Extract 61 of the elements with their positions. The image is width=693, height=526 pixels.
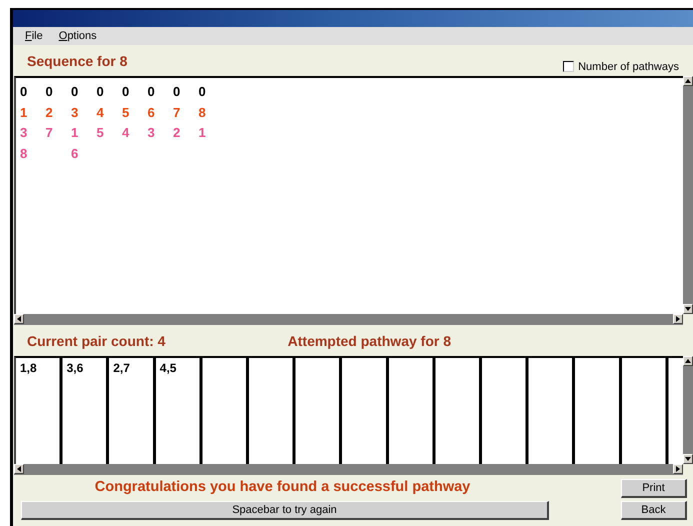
sequence-digit: 3 xyxy=(71,104,80,122)
menu-item[interactable]: File xyxy=(25,30,43,42)
scroll-left-button[interactable] xyxy=(14,464,24,474)
sequence-digit: 8 xyxy=(20,146,28,162)
arrow-down-icon xyxy=(684,305,692,313)
scroll-down-button[interactable] xyxy=(683,304,693,314)
try-again-button[interactable]: Spacebar to try again xyxy=(21,501,549,520)
vertical-scrollbar[interactable] xyxy=(683,76,693,314)
sequence-digit: 6 xyxy=(148,104,156,122)
pathway-cell-text: 4,5 xyxy=(158,360,178,375)
sequence-digit: 4 xyxy=(122,125,130,142)
horizontal-scrollbar[interactable] xyxy=(14,314,683,325)
sequence-digit: 3 xyxy=(148,125,156,142)
sequence-digit: 6 xyxy=(71,146,80,162)
success-message: Congratulations you have found a successful pathway xyxy=(94,479,470,495)
sequence-digit: 0 xyxy=(20,84,28,101)
back-button[interactable]: Back xyxy=(621,501,687,520)
sequence-digit: 5 xyxy=(96,125,105,142)
scroll-right-button[interactable] xyxy=(673,314,683,324)
arrow-right-icon xyxy=(674,465,682,473)
sequence-digit: 1 xyxy=(71,125,80,142)
sequence-digit: 0 xyxy=(96,84,105,101)
pathway-cell-text: 3,6 xyxy=(66,360,84,375)
sequence-digit: 7 xyxy=(173,104,182,122)
sequence-digit: 2 xyxy=(46,104,54,122)
scroll-right-button[interactable] xyxy=(673,464,683,474)
sequence-digit: 0 xyxy=(46,84,54,101)
menu-item[interactable]: Options xyxy=(58,30,97,42)
horizontal-scrollbar[interactable] xyxy=(14,464,683,475)
arrow-right-icon xyxy=(674,315,682,323)
sequence-digit: 8 xyxy=(198,104,207,122)
arrow-down-icon xyxy=(684,455,692,463)
arrow-left-icon xyxy=(15,465,23,473)
pathway-heading: Attempted pathway for 8 xyxy=(288,332,451,348)
arrow-up-icon xyxy=(684,77,692,85)
sequence-digit: 0 xyxy=(198,84,207,101)
scroll-left-button[interactable] xyxy=(14,314,24,324)
pathway-cell-text: 1,8 xyxy=(19,360,38,375)
sequence-digit: 5 xyxy=(122,104,130,122)
scroll-down-button[interactable] xyxy=(683,454,693,464)
vertical-scrollbar[interactable] xyxy=(683,356,693,464)
sequence-digit: 7 xyxy=(46,125,54,142)
checkbox-label: Number of pathways xyxy=(578,60,679,72)
scroll-up-button[interactable] xyxy=(683,76,693,86)
sequence-digit: 3 xyxy=(20,125,28,142)
pathway-cell-text: 2,7 xyxy=(112,360,131,375)
sequence-digit: 1 xyxy=(20,104,28,122)
pair-count: Current pair count: 4 xyxy=(27,332,166,348)
sequence-heading: Sequence for 8 xyxy=(27,52,128,68)
sequence-digit: 2 xyxy=(173,125,182,142)
sequence-digit: 0 xyxy=(148,84,156,101)
print-button[interactable]: Print xyxy=(621,479,687,498)
checkbox[interactable] xyxy=(563,61,574,72)
arrow-left-icon xyxy=(15,315,23,323)
arrow-up-icon xyxy=(684,357,692,365)
scroll-up-button[interactable] xyxy=(683,356,693,366)
sequence-digit: 1 xyxy=(198,125,207,142)
sequence-digit: 0 xyxy=(71,84,80,101)
sequence-digit: 4 xyxy=(96,104,105,122)
sequence-digit: 0 xyxy=(122,84,130,101)
sequence-digit: 0 xyxy=(173,84,182,101)
